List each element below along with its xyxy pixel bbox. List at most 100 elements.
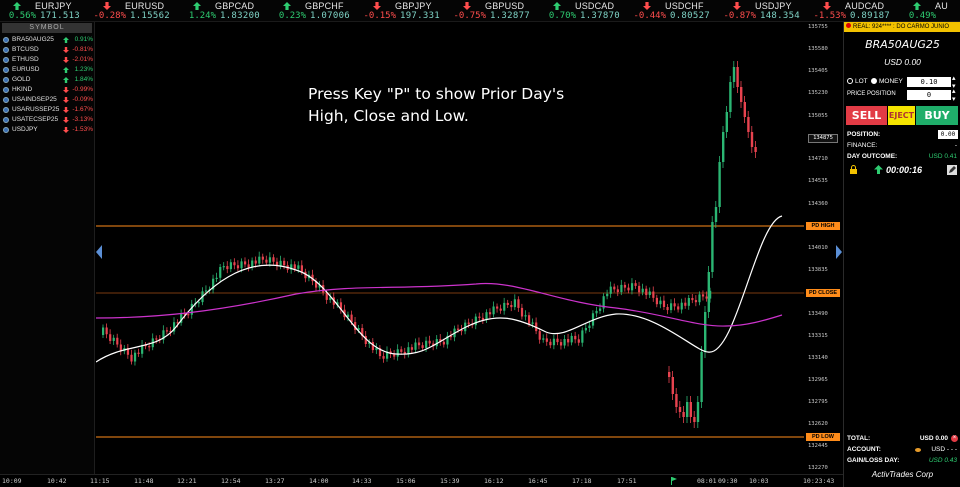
- symbol-list-item[interactable]: USDJPY -1.53%: [3, 125, 93, 135]
- time-tick-label: 10:03: [749, 477, 769, 485]
- lot-radio[interactable]: LOT: [847, 78, 868, 85]
- symbol-name: USDJPY: [12, 126, 38, 133]
- up-arrow-icon: [63, 37, 69, 43]
- ticker-item[interactable]: EURJPY 0.56% 171.513: [0, 0, 90, 22]
- price-tick-label: 134710: [808, 156, 828, 163]
- ticker-item[interactable]: AU 0.49%: [900, 0, 960, 22]
- price-tick-label: 134010: [808, 244, 828, 251]
- down-arrow-icon: [63, 117, 69, 123]
- broker-footer: ActivTrades Corp: [871, 470, 934, 479]
- candle: [693, 417, 696, 422]
- candle: [673, 303, 676, 307]
- candle: [130, 354, 133, 362]
- trade-symbol: BRA50AUG25: [865, 38, 940, 51]
- symbol-name: BRA50AUG25: [12, 36, 54, 43]
- close-all-icon[interactable]: ×: [951, 435, 958, 442]
- price-position-input[interactable]: 0: [907, 90, 951, 100]
- candle: [677, 306, 680, 310]
- ticker-change: -0.15%: [363, 11, 396, 21]
- lot-input[interactable]: 0.10: [907, 77, 951, 87]
- money-radio[interactable]: MONEY: [871, 78, 903, 85]
- sell-button[interactable]: SELL: [846, 106, 887, 125]
- symbol-list-item[interactable]: ETHUSD -2.01%: [3, 55, 93, 65]
- candle: [272, 257, 275, 262]
- ticker-item[interactable]: USDJPY -0.87% 148.354: [720, 0, 810, 22]
- ticker-price: 1.83200: [220, 11, 261, 21]
- symbol-list-item[interactable]: USAINDSEP25 -0.09%: [3, 95, 93, 105]
- ticker-item[interactable]: GBPUSD -0.75% 1.32877: [450, 0, 540, 22]
- ticker-item[interactable]: GBPCHF 0.23% 1.07006: [270, 0, 360, 22]
- candle: [133, 352, 137, 362]
- candle: [705, 296, 708, 299]
- symbol-name: ETHUSD: [12, 56, 39, 63]
- ticker-item[interactable]: AUDCAD -1.53% 0.89187: [810, 0, 900, 22]
- symbol-change: -3.13%: [72, 116, 93, 123]
- candle: [671, 377, 674, 394]
- ticker-symbol: GBPJPY: [395, 1, 432, 11]
- price-position-spinner-icon[interactable]: ▴ ▾: [952, 87, 956, 103]
- eject-button[interactable]: EJECT: [888, 106, 915, 125]
- lock-icon[interactable]: [849, 165, 858, 174]
- candle: [556, 338, 559, 343]
- candle: [414, 342, 417, 350]
- ticker-price: 197.331: [400, 11, 441, 21]
- time-tick-label: 15:06: [396, 477, 416, 485]
- ticker-symbol: AU: [935, 1, 948, 11]
- day-outcome-value: USD 0.41: [928, 153, 957, 160]
- ticker-item[interactable]: GBPJPY -0.15% 197.331: [360, 0, 450, 22]
- symbol-list-item[interactable]: USATECSEP25 -3.13%: [3, 115, 93, 125]
- ticker-symbol: GBPCAD: [215, 1, 255, 11]
- account-label: ACCOUNT:: [847, 446, 881, 453]
- candle: [215, 277, 218, 279]
- candle: [563, 339, 566, 346]
- symbol-list-item[interactable]: BRA50AUG25 0.91%: [3, 35, 93, 45]
- scroll-left-icon[interactable]: [96, 245, 102, 259]
- scroll-right-icon[interactable]: [836, 245, 842, 259]
- candle: [704, 312, 707, 352]
- ticker-change: 0.56%: [8, 11, 36, 21]
- candle: [675, 394, 678, 407]
- candle: [696, 402, 700, 422]
- ticker-item[interactable]: USDCHF -0.44% 0.80527: [630, 0, 720, 22]
- candle: [620, 284, 623, 293]
- price-tick-label: 132965: [808, 377, 828, 384]
- candle: [510, 305, 513, 308]
- symbol-list-item[interactable]: EURUSD 1.23%: [3, 65, 93, 75]
- candle: [425, 340, 428, 348]
- ticker-item[interactable]: EURUSD -0.28% 1.15562: [90, 0, 180, 22]
- candle: [577, 339, 580, 343]
- price-tick-label: 133835: [808, 266, 828, 273]
- ticker-price: 148.354: [760, 11, 801, 21]
- up-arrow-icon: [63, 77, 69, 83]
- candle: [645, 288, 648, 296]
- symbol-list-item[interactable]: HKIND -0.99%: [3, 85, 93, 95]
- connection-status-icon: [846, 23, 851, 28]
- candle: [670, 303, 673, 311]
- candle: [736, 67, 739, 87]
- symbol-list-item[interactable]: USARUSSEP25 -1.67%: [3, 105, 93, 115]
- candle: [382, 356, 385, 359]
- candle: [689, 402, 692, 417]
- candle: [421, 345, 424, 348]
- candle: [595, 310, 598, 314]
- ticker-item[interactable]: GBPCAD 1.24% 1.83200: [180, 0, 270, 22]
- ticker-symbol: USDCAD: [575, 1, 615, 11]
- buy-button[interactable]: BUY: [916, 106, 958, 125]
- candle: [229, 262, 232, 270]
- candle: [254, 260, 257, 264]
- money-label: MONEY: [879, 78, 903, 85]
- symbol-bullet-icon: [3, 87, 9, 93]
- ticker-item[interactable]: USDCAD 0.70% 1.37870: [540, 0, 630, 22]
- gain-loss-label: GAIN/LOSS DAY:: [847, 457, 900, 464]
- symbol-list-item[interactable]: BTCUSD -0.81%: [3, 45, 93, 55]
- candle: [467, 322, 470, 324]
- fast-moving-average-line: [96, 215, 783, 363]
- candle: [574, 335, 577, 340]
- edit-icon[interactable]: [947, 165, 957, 175]
- symbol-list-item[interactable]: GOLD 1.84%: [3, 75, 93, 85]
- candle: [694, 300, 698, 303]
- candle: [531, 322, 534, 324]
- candle: [700, 352, 703, 402]
- candle: [588, 325, 591, 328]
- candle: [584, 328, 587, 331]
